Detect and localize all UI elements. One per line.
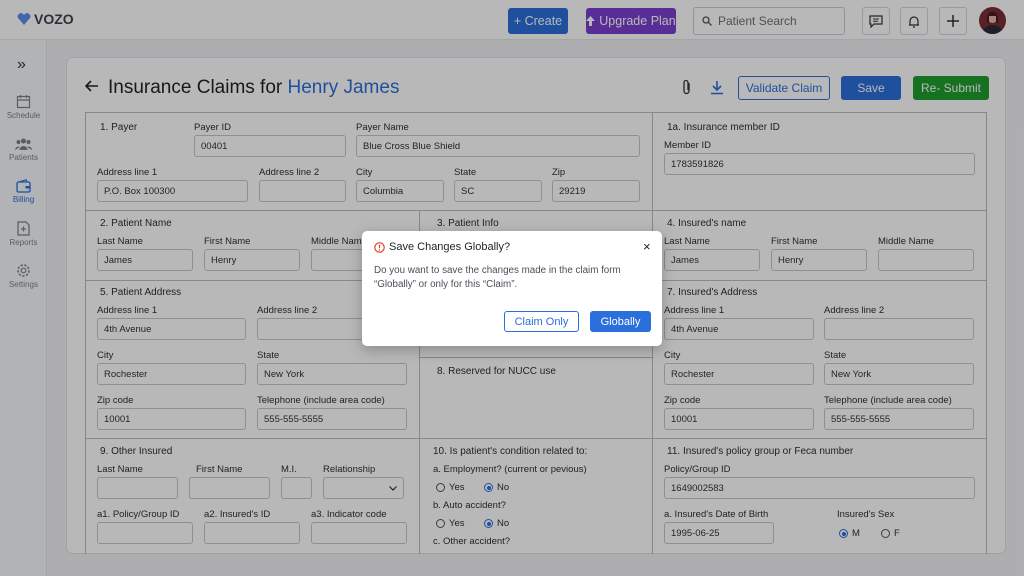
dialog-message: Do you want to save the changes made in … [374,265,621,290]
globally-button[interactable]: Globally [590,311,651,332]
globally-label: Globally [600,315,641,328]
dialog-title: Save Changes Globally? [389,241,511,253]
warning-icon [374,242,385,253]
save-globally-dialog: Save Changes Globally? × Do you want to … [362,231,662,346]
close-icon[interactable]: × [643,239,651,254]
claim-only-button[interactable]: Claim Only [504,311,579,332]
claim-only-label: Claim Only [514,315,569,328]
